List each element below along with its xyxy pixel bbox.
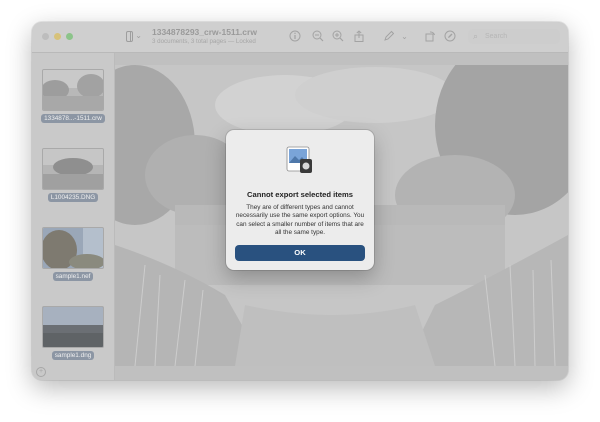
share-icon[interactable] xyxy=(352,30,365,43)
preview-app-icon xyxy=(286,145,314,175)
thumbnail-4[interactable] xyxy=(42,306,104,348)
zoom-out-icon[interactable] xyxy=(311,30,324,43)
thumbnail-label-2: L1004235.DNG xyxy=(47,193,99,202)
window-subtitle: 3 documents, 3 total pages — Locked xyxy=(152,38,256,45)
search-placeholder: Search xyxy=(485,33,508,40)
window-title: 1334878293_crw-1511.crw xyxy=(152,27,257,37)
thumbnail-3[interactable] xyxy=(42,227,104,269)
zoom-in-icon[interactable] xyxy=(331,30,344,43)
markup-circle-icon[interactable] xyxy=(443,30,456,43)
sidebar-icon xyxy=(126,30,134,42)
thumbnail-label-3: sample1.nef xyxy=(52,272,94,281)
title-bar: ⌄ 1334878293_crw-1511.crw 3 documents, 3… xyxy=(32,22,568,53)
export-error-dialog: Cannot export selected items They are of… xyxy=(226,130,374,270)
thumbnail-label-4: sample1.dng xyxy=(51,351,95,360)
dialog-title: Cannot export selected items xyxy=(247,190,353,199)
thumbnail-sidebar: 1334878...-1511.crw L1004235.DNG sample1… xyxy=(32,53,115,380)
minimize-window-button[interactable] xyxy=(54,33,61,40)
thumbnail-2[interactable] xyxy=(42,148,104,190)
sidebar-options-icon[interactable]: + xyxy=(36,367,46,377)
sidebar-toggle-button[interactable]: ⌄ xyxy=(126,30,142,42)
info-icon[interactable] xyxy=(288,30,301,43)
thumbnail-label-1: 1334878...-1511.crw xyxy=(41,114,105,123)
search-icon: ⌕ xyxy=(473,31,479,41)
markup-icon[interactable] xyxy=(382,30,395,43)
rotate-icon[interactable] xyxy=(423,30,436,43)
chevron-down-icon: ⌄ xyxy=(135,31,142,40)
search-field[interactable]: ⌕ Search xyxy=(468,29,560,44)
thumbnail-1[interactable] xyxy=(42,69,104,111)
zoom-window-button[interactable] xyxy=(66,33,73,40)
dialog-message: They are of different types and cannot n… xyxy=(235,204,365,236)
ok-button[interactable]: OK xyxy=(235,245,365,261)
chevron-down-icon[interactable]: ⌄ xyxy=(398,30,411,43)
close-window-button[interactable] xyxy=(42,33,49,40)
